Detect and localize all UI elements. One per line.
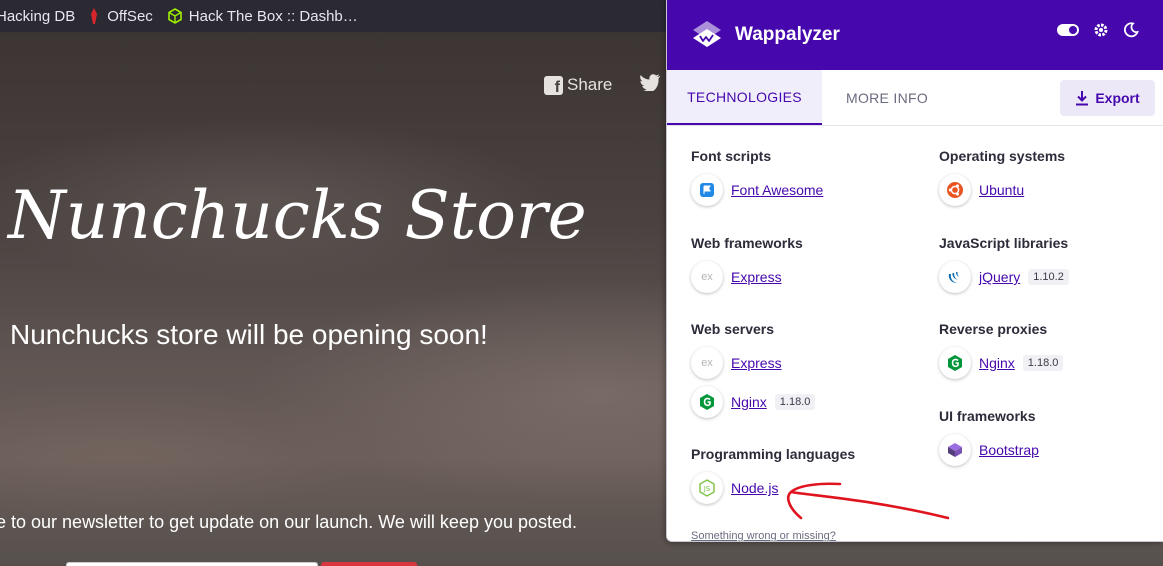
- export-label: Export: [1095, 90, 1140, 106]
- bookmark-label: Hack The Box :: Dashb…: [188, 7, 358, 25]
- version-badge: 1.18.0: [774, 394, 816, 410]
- wappalyzer-brand: Wappalyzer: [735, 24, 840, 45]
- newsletter-subscribe-button[interactable]: [321, 562, 417, 566]
- tech-ubuntu[interactable]: Ubuntu: [939, 174, 1024, 206]
- tech-font-awesome[interactable]: Font Awesome: [691, 174, 823, 206]
- version-badge: 1.10.2: [1028, 269, 1069, 285]
- store-title: Nunchucks Store: [8, 177, 587, 254]
- tech-name: Ubuntu: [979, 182, 1025, 198]
- toggle-icon[interactable]: [1057, 24, 1079, 36]
- newsletter-email-input[interactable]: [66, 562, 318, 566]
- tech-name: Nginx: [731, 394, 767, 410]
- red-annotation-arrow: [787, 482, 950, 520]
- category-font-scripts: Font scripts: [691, 148, 772, 164]
- export-button[interactable]: Export: [1060, 80, 1155, 116]
- tech-nginx-server[interactable]: Nginx 1.18.0: [691, 386, 816, 418]
- express-icon: ex: [691, 347, 723, 379]
- tech-express-framework[interactable]: ex Express: [691, 261, 782, 293]
- tech-express-server[interactable]: ex Express: [691, 347, 782, 379]
- ubuntu-icon: [939, 174, 971, 206]
- version-badge: 1.18.0: [1022, 355, 1064, 371]
- express-icon: ex: [691, 261, 723, 293]
- wappalyzer-tabs: TECHNOLOGIES MORE INFO Export: [667, 70, 1163, 126]
- bookmark-label: Hacking DB: [0, 7, 76, 25]
- tech-name: jQuery: [979, 269, 1021, 285]
- category-ui-frameworks: UI frameworks: [939, 408, 1036, 424]
- nginx-icon: [939, 347, 971, 379]
- tech-name: Bootstrap: [979, 442, 1039, 458]
- jquery-icon: [939, 261, 971, 293]
- tech-nginx-proxy[interactable]: Nginx 1.18.0: [939, 347, 1064, 379]
- tech-name: Express: [731, 269, 782, 285]
- category-web-servers: Web servers: [691, 321, 775, 337]
- tech-name: Express: [731, 355, 782, 371]
- svg-text:JS: JS: [703, 485, 711, 493]
- newsletter-text: e to our newsletter to get update on our…: [0, 512, 578, 532]
- facebook-icon: [544, 75, 563, 97]
- tech-name: Font Awesome: [731, 182, 824, 198]
- tech-bootstrap[interactable]: Bootstrap: [939, 434, 1039, 466]
- htb-icon: [167, 8, 182, 24]
- wappalyzer-logo-icon: [693, 21, 721, 47]
- tech-name: Node.js: [731, 480, 779, 496]
- bookmark-offsec[interactable]: OffSec: [87, 0, 153, 32]
- bookmark-hack-the-box[interactable]: Hack The Box :: Dashb…: [167, 0, 358, 32]
- bookmark-hacking-db[interactable]: Hacking DB: [0, 0, 75, 32]
- header-actions: [1057, 22, 1139, 38]
- gear-icon[interactable]: [1093, 22, 1109, 38]
- tech-name: Nginx: [979, 355, 1015, 371]
- nodejs-icon: JS: [691, 472, 723, 504]
- nginx-icon: [691, 386, 723, 418]
- tech-nodejs[interactable]: JS Node.js: [691, 472, 778, 504]
- wappalyzer-header: Wappalyzer: [667, 0, 1163, 70]
- category-web-frameworks: Web frameworks: [691, 235, 803, 251]
- category-operating-systems: Operating systems: [939, 148, 1066, 164]
- download-icon: [1076, 91, 1089, 106]
- category-programming-languages: Programming languages: [691, 446, 856, 462]
- tab-more-info[interactable]: MORE INFO: [822, 70, 952, 125]
- category-reverse-proxies: Reverse proxies: [939, 321, 1048, 337]
- store-subtitle: Nunchucks store will be opening soon!: [10, 319, 488, 350]
- offsec-icon: [91, 8, 98, 24]
- share-label: Share: [567, 75, 613, 94]
- facebook-share-button[interactable]: Share: [544, 75, 613, 97]
- category-javascript-libraries: JavaScript libraries: [939, 235, 1069, 251]
- font-awesome-icon: [691, 174, 723, 206]
- wappalyzer-popup: Wappalyzer TECHNOLOGIES MORE INFO Export…: [666, 0, 1163, 542]
- dark-mode-moon-icon[interactable]: [1123, 22, 1139, 38]
- tech-jquery[interactable]: jQuery 1.10.2: [939, 261, 1069, 293]
- tab-technologies[interactable]: TECHNOLOGIES: [667, 70, 822, 125]
- bootstrap-icon: [939, 434, 971, 466]
- something-wrong-link[interactable]: Something wrong or missing?: [691, 530, 836, 541]
- twitter-icon[interactable]: [640, 74, 660, 91]
- bookmark-label: OffSec: [107, 7, 153, 25]
